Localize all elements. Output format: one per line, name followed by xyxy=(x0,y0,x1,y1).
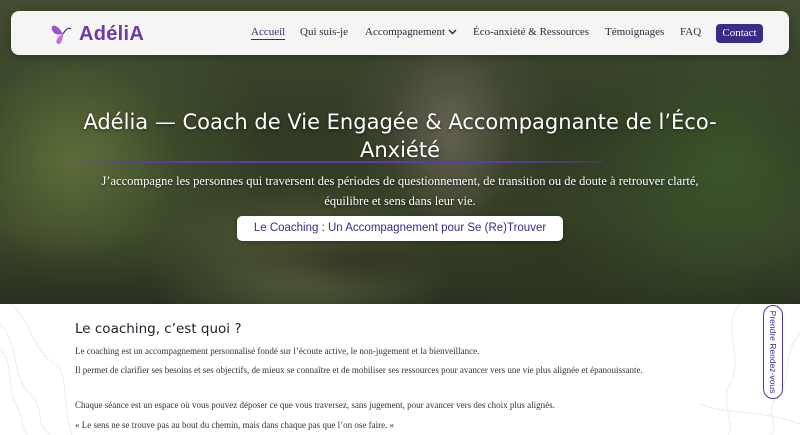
nav-item-accompagnement-label: Accompagnement xyxy=(365,26,446,38)
paragraph: Il permet de clarifier ses besoins et se… xyxy=(75,365,643,375)
book-appointment-label: Prendre Rendez-vous xyxy=(768,310,778,394)
nav-item-temoignages[interactable]: Témoignages xyxy=(605,26,664,38)
paragraph: Chaque séance est un espace où vous pouv… xyxy=(75,400,555,410)
quote: « Le sens ne se trouve pas au bout du ch… xyxy=(75,420,395,430)
nav-item-accueil[interactable]: Accueil xyxy=(251,26,286,40)
brand-name: AdéliA xyxy=(79,22,145,45)
coaching-section: Le coaching, c’est quoi ? Le coaching es… xyxy=(0,304,800,435)
hero-title: Adélia — Coach de Vie Engagée & Accompag… xyxy=(83,110,717,162)
nav-item-qui-suis-je[interactable]: Qui suis-je xyxy=(300,26,348,38)
chevron-down-icon xyxy=(448,29,457,35)
paragraph: Le coaching est un accompagnement person… xyxy=(75,346,480,356)
coaching-cta-button[interactable]: Le Coaching : Un Accompagnement pour Se … xyxy=(237,216,563,241)
hero-subtitle: J’accompagne les personnes qui traversen… xyxy=(101,174,699,208)
section-title: Le coaching, c’est quoi ? xyxy=(75,321,242,337)
brand-logo[interactable]: AdéliA xyxy=(49,21,144,47)
nav-item-faq[interactable]: FAQ xyxy=(680,26,701,38)
navbar: AdéliA Accueil Qui suis-je Accompagnemen… xyxy=(11,11,789,55)
nav-item-accompagnement[interactable]: Accompagnement xyxy=(365,26,457,38)
butterfly-icon xyxy=(51,25,72,45)
title-underline xyxy=(66,161,602,163)
book-appointment-tab[interactable]: Prendre Rendez-vous xyxy=(763,305,783,399)
nav-item-eco-anxiete[interactable]: Éco-anxiété & Ressources xyxy=(473,26,589,38)
contact-button[interactable]: Contact xyxy=(716,24,763,43)
